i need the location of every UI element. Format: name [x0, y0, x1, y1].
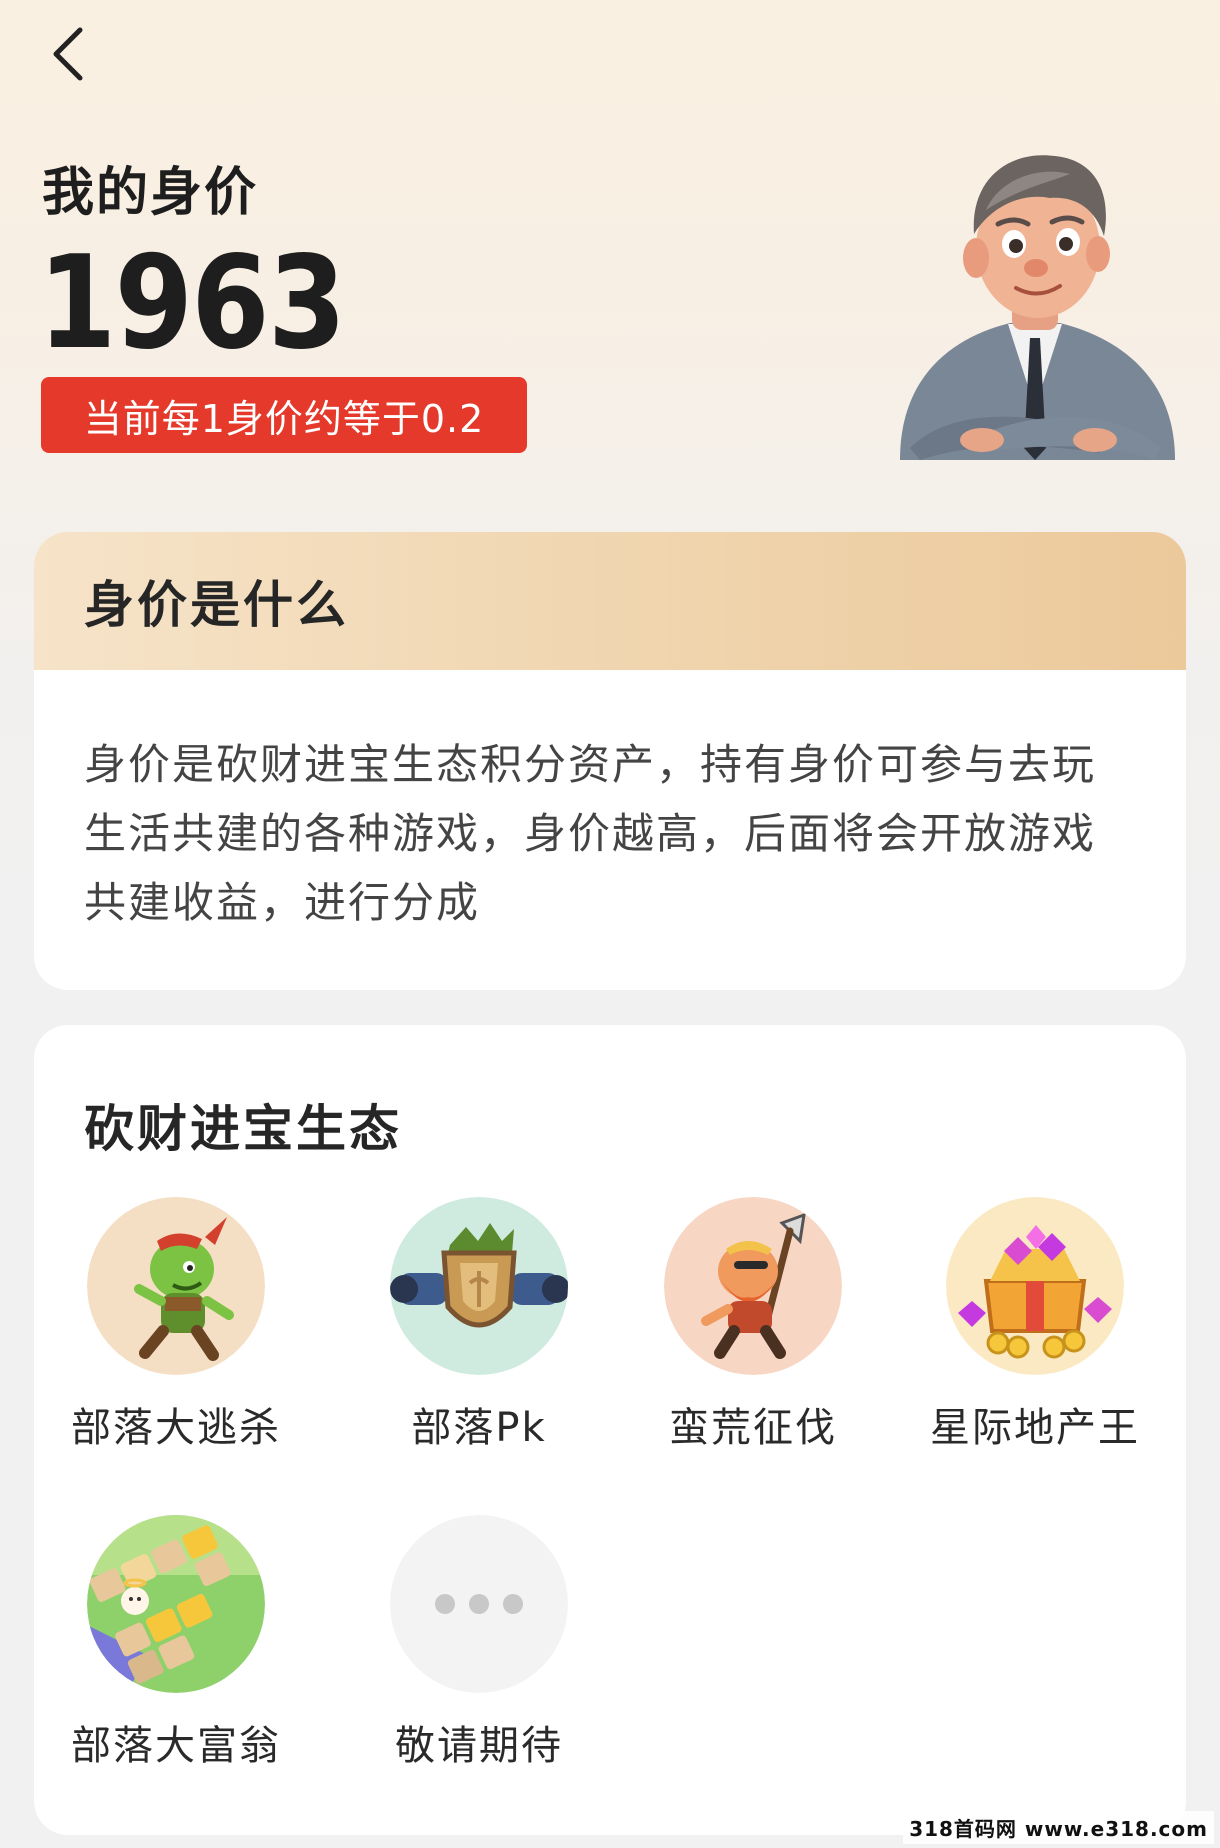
game-item-tribe-battle-royale[interactable]: 部落大逃杀	[46, 1197, 306, 1453]
game-label: 敬请期待	[395, 1723, 563, 1769]
ecosystem-title: 砍财进宝生态	[84, 1100, 402, 1158]
game-label: 部落Pk	[411, 1405, 547, 1451]
game-item-coming-soon[interactable]: 敬请期待	[349, 1515, 609, 1771]
game-item-tribe-pk[interactable]: 部落Pk	[349, 1197, 609, 1453]
ecosystem-card: 砍财进宝生态 部落大逃杀 部落Pk 蛮荒征伐 星际地产王 部落大富翁 敬请期待	[34, 1025, 1186, 1835]
game-label: 星际地产王	[930, 1405, 1140, 1451]
intro-body: 身价是砍财进宝生态积分资产，持有身价可参与去玩生活共建的各种游戏，身价越高，后面…	[84, 740, 1097, 927]
exchange-rate-badge: 当前每1身价约等于0.2	[41, 377, 527, 453]
game-label: 部落大逃杀	[71, 1405, 281, 1451]
header: 我的身价 1963 当前每1身价约等于0.2	[0, 0, 1220, 500]
game-label: 部落大富翁	[71, 1723, 281, 1769]
chevron-left-icon	[53, 27, 83, 81]
intro-title: 身价是什么	[84, 576, 349, 634]
cartoon-avatar	[900, 155, 1175, 460]
intro-card: 身价是什么 身价是砍财进宝生态积分资产，持有身价可参与去玩生活共建的各种游戏，身…	[34, 532, 1186, 990]
back-button[interactable]	[38, 22, 98, 86]
game-item-tribe-monopoly[interactable]: 部落大富翁	[46, 1515, 306, 1771]
goblin-runner-icon	[87, 1197, 265, 1375]
worth-value: 1963	[38, 229, 346, 378]
treasure-chest-icon	[946, 1197, 1124, 1375]
game-item-interstellar-estate[interactable]: 星际地产王	[905, 1197, 1165, 1453]
game-item-wild-conquest[interactable]: 蛮荒征伐	[623, 1197, 883, 1453]
board-game-icon	[87, 1515, 265, 1693]
game-label: 蛮荒征伐	[669, 1405, 837, 1451]
intro-card-header: 身价是什么	[34, 532, 1186, 670]
watermark: 318首码网 www.e318.com	[903, 1811, 1214, 1844]
more-dots-icon	[390, 1515, 568, 1693]
page-title: 我的身价	[42, 163, 259, 223]
shield-cannon-icon	[390, 1197, 568, 1375]
dwarf-axe-icon	[664, 1197, 842, 1375]
